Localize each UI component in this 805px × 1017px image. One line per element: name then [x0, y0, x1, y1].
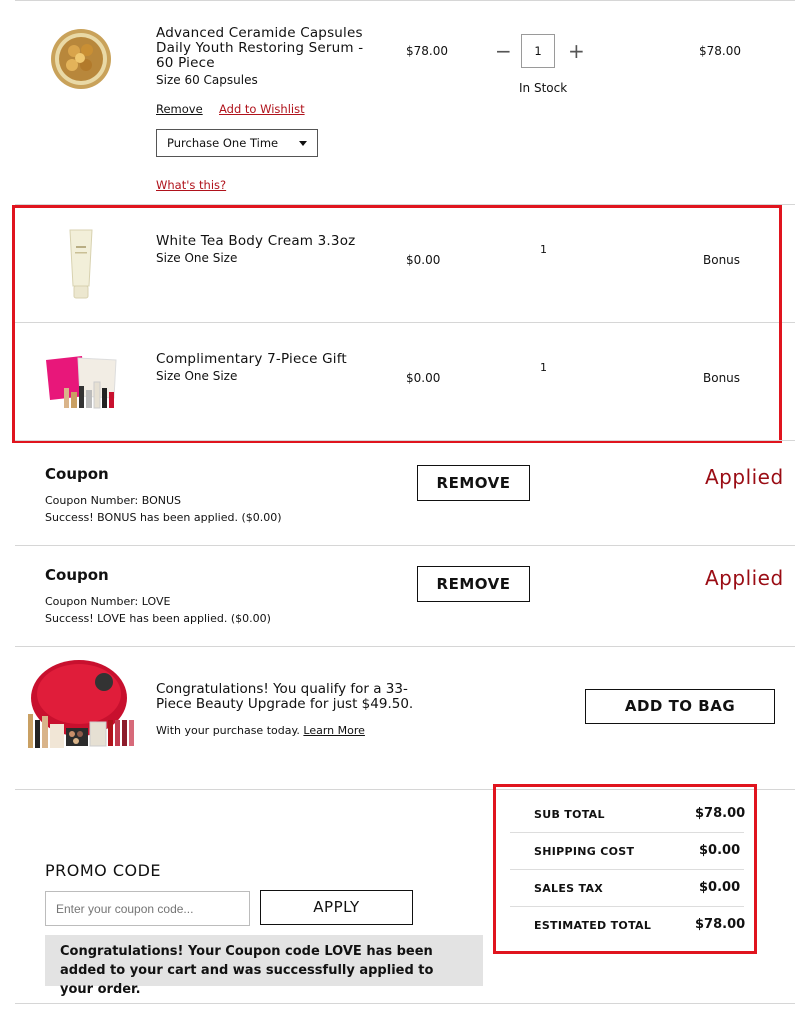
divider [15, 545, 795, 546]
promo-code-title: PROMO CODE [45, 861, 162, 880]
coupon-status: Applied [705, 465, 784, 489]
line-total: $78.00 [699, 44, 741, 58]
divider [15, 440, 795, 441]
remove-link[interactable]: Remove [156, 102, 203, 116]
divider [15, 1003, 795, 1004]
divider [15, 646, 795, 647]
purchase-option-select[interactable]: Purchase One Time [156, 129, 318, 157]
minus-icon[interactable]: − [495, 41, 512, 61]
learn-more-link[interactable]: Learn More [303, 724, 365, 737]
coupon-message: Success! BONUS has been applied. ($0.00) [45, 511, 282, 524]
order-summary-highlight [493, 784, 757, 954]
product-name[interactable]: Advanced Ceramide Capsules Daily Youth R… [156, 26, 371, 71]
stock-status: In Stock [519, 81, 568, 95]
product-image-ceramide-capsules[interactable] [50, 28, 112, 90]
apply-button[interactable]: APPLY [260, 890, 413, 925]
remove-coupon-button[interactable]: REMOVE [417, 566, 530, 602]
coupon-title: Coupon [45, 566, 109, 584]
upgrade-subtext: With your purchase today. Learn More [156, 724, 365, 737]
beauty-upgrade-image [24, 654, 144, 752]
quantity-input[interactable]: 1 [521, 34, 555, 68]
upgrade-subtext-label: With your purchase today. [156, 724, 300, 737]
coupon-status: Applied [705, 566, 784, 590]
coupon-code-input[interactable] [45, 891, 250, 926]
plus-icon[interactable]: + [568, 41, 585, 61]
coupon-title: Coupon [45, 465, 109, 483]
bonus-items-highlight [12, 205, 782, 443]
coupon-number: Coupon Number: LOVE [45, 595, 171, 608]
product-size: Size 60 Capsules [156, 73, 258, 87]
coupon-number: Coupon Number: BONUS [45, 494, 182, 507]
product-price: $78.00 [406, 44, 448, 58]
add-to-bag-button[interactable]: ADD TO BAG [585, 689, 775, 724]
chevron-down-icon [299, 141, 307, 146]
add-to-wishlist-link[interactable]: Add to Wishlist [219, 102, 305, 116]
purchase-option-value: Purchase One Time [167, 136, 279, 150]
remove-coupon-button[interactable]: REMOVE [417, 465, 530, 501]
coupon-success-message: Congratulations! Your Coupon code LOVE h… [45, 935, 483, 997]
divider [15, 0, 795, 1]
coupon-message: Success! LOVE has been applied. ($0.00) [45, 612, 271, 625]
upgrade-offer-text: Congratulations! You qualify for a 33-Pi… [156, 681, 414, 712]
whats-this-link[interactable]: What's this? [156, 178, 226, 192]
